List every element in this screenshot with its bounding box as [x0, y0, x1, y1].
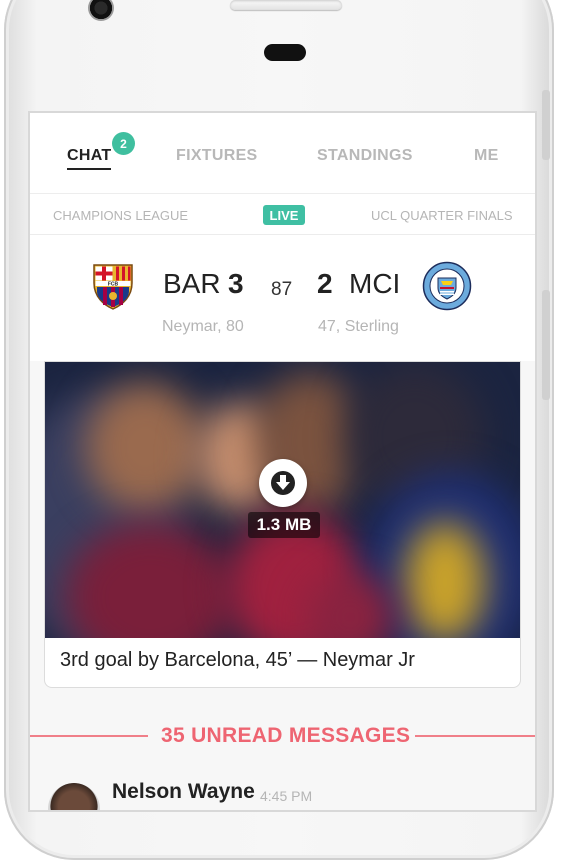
- divider-line: [415, 735, 535, 737]
- live-badge: LIVE: [263, 205, 305, 225]
- home-goals: 3: [228, 268, 244, 299]
- message-sender-name[interactable]: Nelson Wayne: [112, 780, 255, 804]
- tab-chat[interactable]: CHAT: [67, 147, 112, 170]
- manchester-city-crest-icon: [422, 261, 472, 311]
- photo-blur-region: [85, 382, 205, 512]
- home-scorer: Neymar, 80: [162, 318, 244, 335]
- volume-button: [542, 90, 550, 160]
- away-scorer: 47, Sterling: [318, 318, 399, 335]
- download-arrow-icon: [271, 471, 295, 495]
- tab-me[interactable]: ME: [474, 147, 499, 165]
- media-card[interactable]: 1.3 MB 3rd goal by Barcelona, 45’ — Neym…: [44, 361, 521, 688]
- speaker-grille: [230, 0, 342, 10]
- blurred-photo[interactable]: 1.3 MB: [45, 362, 520, 638]
- download-button[interactable]: [259, 459, 307, 507]
- front-camera-icon: [88, 0, 114, 21]
- media-caption: 3rd goal by Barcelona, 45’ — Neymar Jr: [60, 649, 415, 671]
- fc-barcelona-crest-icon: FCB: [93, 264, 133, 310]
- avatar[interactable]: [48, 783, 100, 810]
- competition-label: CHAMPIONS LEAGUE: [53, 208, 189, 223]
- tab-fixtures[interactable]: FIXTURES: [176, 147, 258, 165]
- power-button: [542, 290, 550, 400]
- download-size-label: 1.3 MB: [248, 512, 320, 538]
- tab-standings[interactable]: STANDINGS: [317, 147, 413, 165]
- match-minute: 87: [271, 279, 293, 300]
- unread-count-label: 35 UNREAD MESSAGES: [161, 724, 411, 747]
- home-team-abbr: BAR: [163, 268, 221, 299]
- tab-bar: CHAT 2 FIXTURES STANDINGS ME: [30, 113, 535, 194]
- divider-line: [30, 735, 148, 737]
- away-team-abbr: MCI: [349, 268, 401, 299]
- message-timestamp: 4:45 PM: [260, 788, 313, 804]
- svg-text:FCB: FCB: [108, 282, 119, 288]
- unread-divider: 35 UNREAD MESSAGES: [30, 715, 535, 755]
- app-screen: CHAT 2 FIXTURES STANDINGS ME CHAMPIONS L…: [30, 113, 535, 810]
- chat-badge: 2: [112, 132, 135, 155]
- photo-blur-region: [405, 522, 485, 638]
- away-goals: 2: [317, 268, 333, 299]
- proximity-sensor: [264, 44, 306, 61]
- scoreboard[interactable]: FCB BAR 3 87 2 MCI Neymar, 80 47, Sterli…: [30, 235, 535, 361]
- round-label: UCL QUARTER FINALS: [371, 208, 513, 223]
